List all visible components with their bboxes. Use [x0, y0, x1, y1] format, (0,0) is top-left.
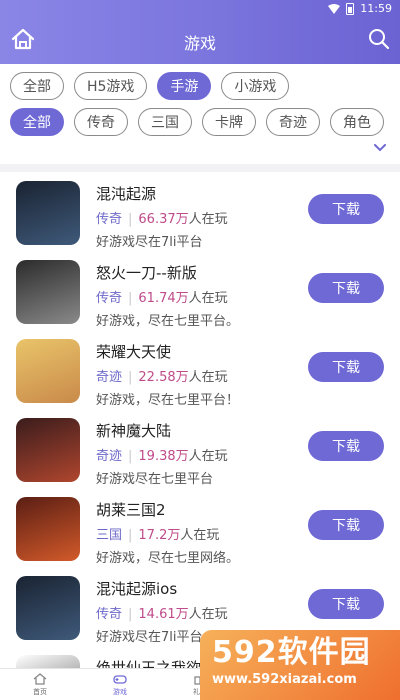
- playing-label: 人在玩: [188, 449, 228, 464]
- battery-icon: [346, 2, 355, 15]
- game-description: 好游戏尽在7li平台: [96, 235, 203, 250]
- filter-chip-h5[interactable]: H5游戏: [74, 72, 148, 100]
- status-bar: 11:59: [0, 0, 400, 18]
- playing-label: 人在玩: [188, 291, 228, 306]
- filter-chip-mobile[interactable]: 手游: [157, 72, 212, 100]
- game-list-item[interactable]: 胡莱三国2 三国 | 17.2万人在玩 好游戏，尽在七里网络。 下载: [0, 488, 400, 567]
- filter-chip-mini[interactable]: 小游戏: [221, 72, 290, 100]
- status-time: 11:59: [360, 2, 392, 15]
- filter-panel: 全部 H5游戏 手游 小游戏 全部 传奇 三国 卡牌 奇迹 角色: [0, 64, 400, 164]
- game-description: 好游戏尽在7li平台: [96, 630, 203, 645]
- game-thumbnail[interactable]: [16, 576, 80, 640]
- game-meta: 传奇 | 14.61万人在玩: [96, 603, 228, 622]
- game-list-item[interactable]: 新神魔大陆 奇迹 | 19.38万人在玩 好游戏尽在七里平台 下载: [0, 409, 400, 488]
- game-meta: 三国 | 17.2万人在玩: [96, 524, 219, 543]
- meta-separator: |: [128, 370, 133, 385]
- game-description: 好游戏，尽在七里网络。: [96, 551, 240, 566]
- filter-chip-all-platforms[interactable]: 全部: [10, 72, 64, 100]
- playing-label: 人在玩: [188, 607, 228, 622]
- meta-separator: |: [128, 449, 133, 464]
- game-thumbnail[interactable]: [16, 339, 80, 403]
- meta-separator: |: [128, 607, 133, 622]
- playing-label: 人在玩: [188, 370, 228, 385]
- chevron-down-icon[interactable]: [374, 144, 386, 152]
- game-name: 胡莱三国2: [96, 501, 166, 519]
- game-list-item[interactable]: 荣耀大天使 奇迹 | 22.58万人在玩 好游戏，尽在七里平台！ 下载: [0, 330, 400, 409]
- filter-chip-all-genres[interactable]: 全部: [10, 108, 64, 136]
- wifi-icon: [328, 3, 341, 14]
- home-tab-icon: [33, 672, 47, 685]
- tab-label: 游戏: [113, 687, 127, 696]
- player-count: 17.2万: [138, 528, 181, 543]
- download-button[interactable]: 下载: [308, 352, 384, 382]
- game-meta: 传奇 | 66.37万人在玩: [96, 208, 228, 227]
- game-thumbnail[interactable]: [16, 418, 80, 482]
- filter-chip-legend[interactable]: 传奇: [74, 108, 128, 136]
- watermark-url: www.592xiazai.com: [212, 672, 357, 687]
- game-list: 混沌起源 传奇 | 66.37万人在玩 好游戏尽在7li平台 下载 怒火一刀--新版…: [0, 172, 400, 668]
- game-category: 传奇: [96, 212, 123, 227]
- game-description: 好游戏，尽在七里平台！: [96, 393, 240, 408]
- watermark-badge: 592软件园 www.592xiazai.com: [200, 630, 400, 700]
- meta-separator: |: [128, 528, 133, 543]
- game-thumbnail[interactable]: [16, 655, 80, 668]
- filter-chip-card[interactable]: 卡牌: [202, 108, 256, 136]
- game-category: 传奇: [96, 291, 123, 306]
- player-count: 14.61万: [138, 607, 189, 622]
- player-count: 19.38万: [138, 449, 189, 464]
- playing-label: 人在玩: [180, 528, 220, 543]
- game-meta: 奇迹 | 19.38万人在玩: [96, 445, 228, 464]
- filter-chip-rpg[interactable]: 角色: [330, 108, 384, 136]
- filter-chip-miracle[interactable]: 奇迹: [266, 108, 320, 136]
- game-name: 新神魔大陆: [96, 422, 172, 440]
- watermark-logo: 592软件园: [212, 635, 371, 670]
- download-button[interactable]: 下载: [308, 273, 384, 303]
- game-list-item[interactable]: 怒火一刀--新版 传奇 | 61.74万人在玩 好游戏，尽在七里平台。 下载: [0, 251, 400, 330]
- game-description: 好游戏，尽在七里平台。: [96, 314, 240, 329]
- game-list-item[interactable]: 混沌起源 传奇 | 66.37万人在玩 好游戏尽在7li平台 下载: [0, 172, 400, 251]
- platform-filter-row: 全部 H5游戏 手游 小游戏: [10, 72, 290, 100]
- download-button[interactable]: 下载: [308, 194, 384, 224]
- game-name: 荣耀大天使: [96, 343, 172, 361]
- genre-filter-row: 全部 传奇 三国 卡牌 奇迹 角色: [10, 108, 384, 136]
- game-meta: 传奇 | 61.74万人在玩: [96, 287, 228, 306]
- game-description: 好游戏尽在七里平台: [96, 472, 214, 487]
- filter-chip-three-kingdoms[interactable]: 三国: [138, 108, 192, 136]
- game-category: 三国: [96, 528, 123, 543]
- game-meta: 奇迹 | 22.58万人在玩: [96, 366, 228, 385]
- page-title: 游戏: [183, 34, 216, 53]
- game-category: 奇迹: [96, 449, 123, 464]
- download-button[interactable]: 下载: [308, 589, 384, 619]
- playing-label: 人在玩: [188, 212, 228, 227]
- game-name: 怒火一刀--新版: [96, 264, 197, 282]
- download-button[interactable]: 下载: [308, 510, 384, 540]
- game-name: 混沌起源: [96, 185, 157, 203]
- game-category: 奇迹: [96, 370, 123, 385]
- app-header: 11:59 游戏: [0, 0, 400, 64]
- player-count: 61.74万: [138, 291, 189, 306]
- search-icon[interactable]: [368, 28, 390, 50]
- game-thumbnail[interactable]: [16, 260, 80, 324]
- player-count: 66.37万: [138, 212, 189, 227]
- meta-separator: |: [128, 212, 133, 227]
- meta-separator: |: [128, 291, 133, 306]
- player-count: 22.58万: [138, 370, 189, 385]
- game-category: 传奇: [96, 607, 123, 622]
- tab-home[interactable]: 首页: [0, 669, 80, 700]
- game-name: 混沌起源ios: [96, 580, 178, 598]
- tab-games[interactable]: 游戏: [80, 669, 160, 700]
- gamepad-icon: [113, 674, 127, 684]
- download-button[interactable]: 下载: [308, 431, 384, 461]
- tab-label: 首页: [33, 687, 47, 696]
- game-thumbnail[interactable]: [16, 497, 80, 561]
- game-thumbnail[interactable]: [16, 181, 80, 245]
